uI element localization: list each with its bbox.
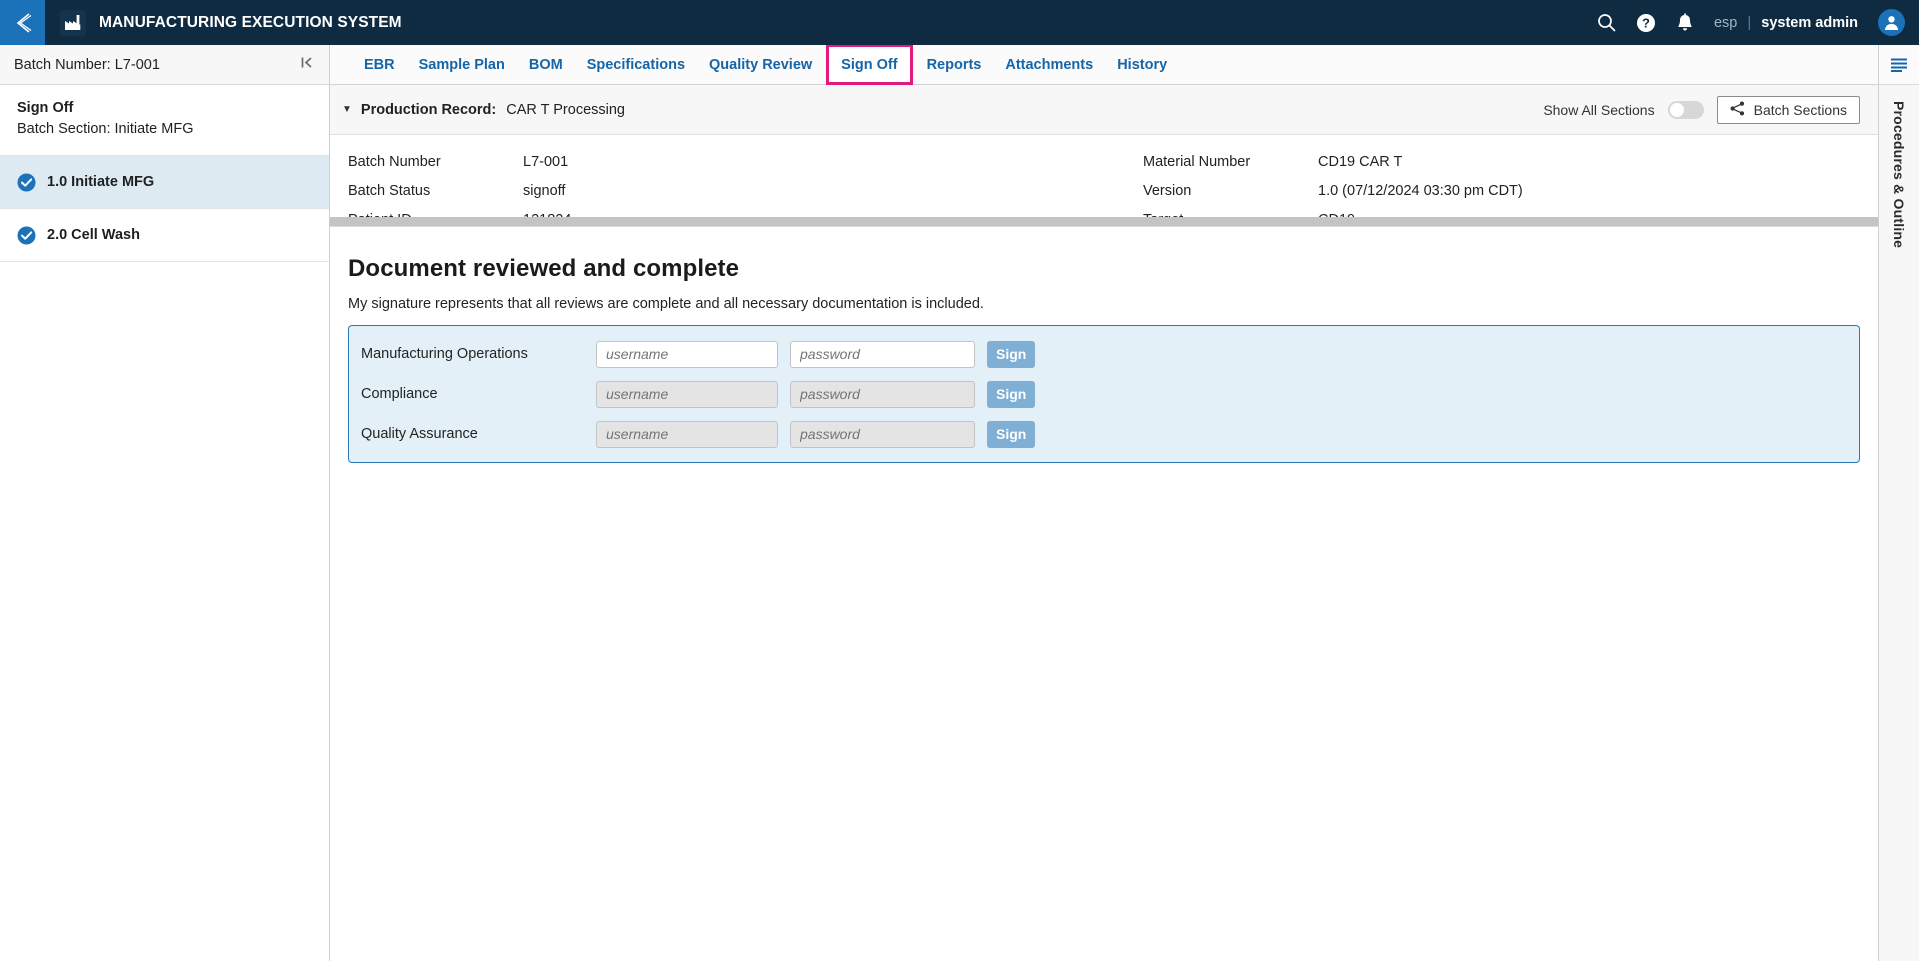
collapse-left-icon[interactable] <box>300 55 315 75</box>
app-title: MANUFACTURING EXECUTION SYSTEM <box>99 13 402 31</box>
avatar[interactable] <box>1878 9 1905 36</box>
tab-sample-plan[interactable]: Sample Plan <box>407 45 517 84</box>
username-label: system admin <box>1761 14 1858 31</box>
username-input[interactable] <box>596 340 778 368</box>
hamburger-menu-icon[interactable] <box>1879 45 1919 85</box>
search-icon[interactable] <box>1597 13 1616 32</box>
production-bar-actions: Show All Sections Batch Sections <box>1543 95 1860 124</box>
detail-value: CD19 CAR T <box>1318 154 1403 170</box>
signature-role-label: Compliance <box>361 386 438 402</box>
sidebar-item-label: 2.0 Cell Wash <box>47 227 140 244</box>
detail-value: signoff <box>523 183 566 199</box>
toggle-knob <box>1669 102 1684 117</box>
header-actions: ? esp | system admin <box>1597 9 1919 36</box>
tab-history[interactable]: History <box>1105 45 1179 84</box>
detail-key: Material Number <box>1143 154 1251 170</box>
tab-bom[interactable]: BOM <box>517 45 575 84</box>
show-all-sections-toggle[interactable] <box>1667 100 1704 119</box>
sidebar-item-label: 1.0 Initiate MFG <box>47 174 155 191</box>
procedures-outline-rail: Procedures & Outline <box>1878 45 1919 961</box>
sign-button[interactable]: Sign <box>987 420 1036 448</box>
header-divider: | <box>1747 14 1752 31</box>
caret-down-icon[interactable]: ▼ <box>342 104 352 115</box>
tab-quality-review[interactable]: Quality Review <box>697 45 824 84</box>
check-circle-icon <box>17 226 36 245</box>
locale-label[interactable]: esp <box>1714 15 1737 31</box>
signature-statement: My signature represents that all reviews… <box>348 296 984 312</box>
batch-details-grid: Batch Number L7-001 Material Number CD19… <box>330 135 1878 226</box>
svg-text:?: ? <box>1642 15 1650 30</box>
batch-sections-label: Batch Sections <box>1753 101 1847 118</box>
sidebar-section-subtitle: Batch Section: Initiate MFG <box>17 121 194 138</box>
factory-icon <box>60 9 86 36</box>
app-body: Batch Number: L7-001 Sign Off Batch Sect… <box>0 44 1919 961</box>
sidebar-batch-number: Batch Number: L7-001 <box>14 56 160 73</box>
share-nodes-icon <box>1730 101 1745 119</box>
detail-value: L7-001 <box>523 154 569 170</box>
production-record-label: Production Record: <box>360 101 497 118</box>
batch-sections-button[interactable]: Batch Sections <box>1716 95 1860 124</box>
chevron-left-icon <box>12 11 34 35</box>
tab-attachments[interactable]: Attachments <box>993 45 1105 84</box>
sidebar-section-info: Sign Off Batch Section: Initiate MFG <box>0 85 329 157</box>
tab-sign-off[interactable]: Sign Off <box>826 44 913 85</box>
app-logo: MANUFACTURING EXECUTION SYSTEM <box>60 9 402 36</box>
app-header: MANUFACTURING EXECUTION SYSTEM ? esp | s… <box>0 0 1919 45</box>
signoff-pane: Document reviewed and complete My signat… <box>330 227 1878 961</box>
signature-row-compliance: Compliance Sign <box>361 378 1845 410</box>
bell-icon[interactable] <box>1676 12 1694 33</box>
sidebar-item-cell-wash[interactable]: 2.0 Cell Wash <box>0 209 329 263</box>
production-record-bar: ▼ Production Record: CAR T Processing Sh… <box>330 85 1878 135</box>
sidebar-section-title: Sign Off <box>17 100 74 116</box>
detail-key: Version <box>1143 183 1192 199</box>
signature-role-label: Manufacturing Operations <box>361 346 528 362</box>
password-input[interactable] <box>790 380 975 408</box>
detail-key: Batch Status <box>348 183 431 199</box>
detail-key: Batch Number <box>348 154 441 170</box>
signature-row-manufacturing-operations: Manufacturing Operations Sign <box>361 338 1845 370</box>
batch-details-scrollbar[interactable] <box>330 217 1878 226</box>
signature-role-label: Quality Assurance <box>361 426 478 442</box>
content-area: EBR Sample Plan BOM Specifications Quali… <box>330 44 1878 961</box>
password-input[interactable] <box>790 420 975 448</box>
sidebar: Batch Number: L7-001 Sign Off Batch Sect… <box>0 45 330 961</box>
tab-ebr[interactable]: EBR <box>352 45 407 84</box>
sidebar-item-initiate-mfg[interactable]: 1.0 Initiate MFG <box>0 156 329 210</box>
check-circle-icon <box>17 173 36 192</box>
sign-button[interactable]: Sign <box>987 380 1036 408</box>
sidebar-header: Batch Number: L7-001 <box>0 45 329 85</box>
sign-button[interactable]: Sign <box>987 340 1036 368</box>
production-record-value: CAR T Processing <box>506 101 625 118</box>
tab-reports[interactable]: Reports <box>915 45 994 84</box>
page-title: Document reviewed and complete <box>348 255 740 282</box>
procedures-outline-label[interactable]: Procedures & Outline <box>1891 101 1907 248</box>
help-circle-icon[interactable]: ? <box>1636 13 1656 33</box>
show-all-sections-label: Show All Sections <box>1543 101 1655 118</box>
detail-value: 1.0 (07/12/2024 03:30 pm CDT) <box>1318 183 1523 199</box>
username-input[interactable] <box>596 420 778 448</box>
scrollbar-thumb[interactable] <box>330 217 1878 226</box>
back-button[interactable] <box>0 0 45 45</box>
tab-specifications[interactable]: Specifications <box>575 45 697 84</box>
signature-row-quality-assurance: Quality Assurance Sign <box>361 418 1845 450</box>
signature-panel: Manufacturing Operations Sign Compliance… <box>348 325 1860 463</box>
username-input[interactable] <box>596 380 778 408</box>
password-input[interactable] <box>790 340 975 368</box>
tab-bar: EBR Sample Plan BOM Specifications Quali… <box>330 44 1878 85</box>
batch-details-panel: Batch Number L7-001 Material Number CD19… <box>330 135 1878 227</box>
